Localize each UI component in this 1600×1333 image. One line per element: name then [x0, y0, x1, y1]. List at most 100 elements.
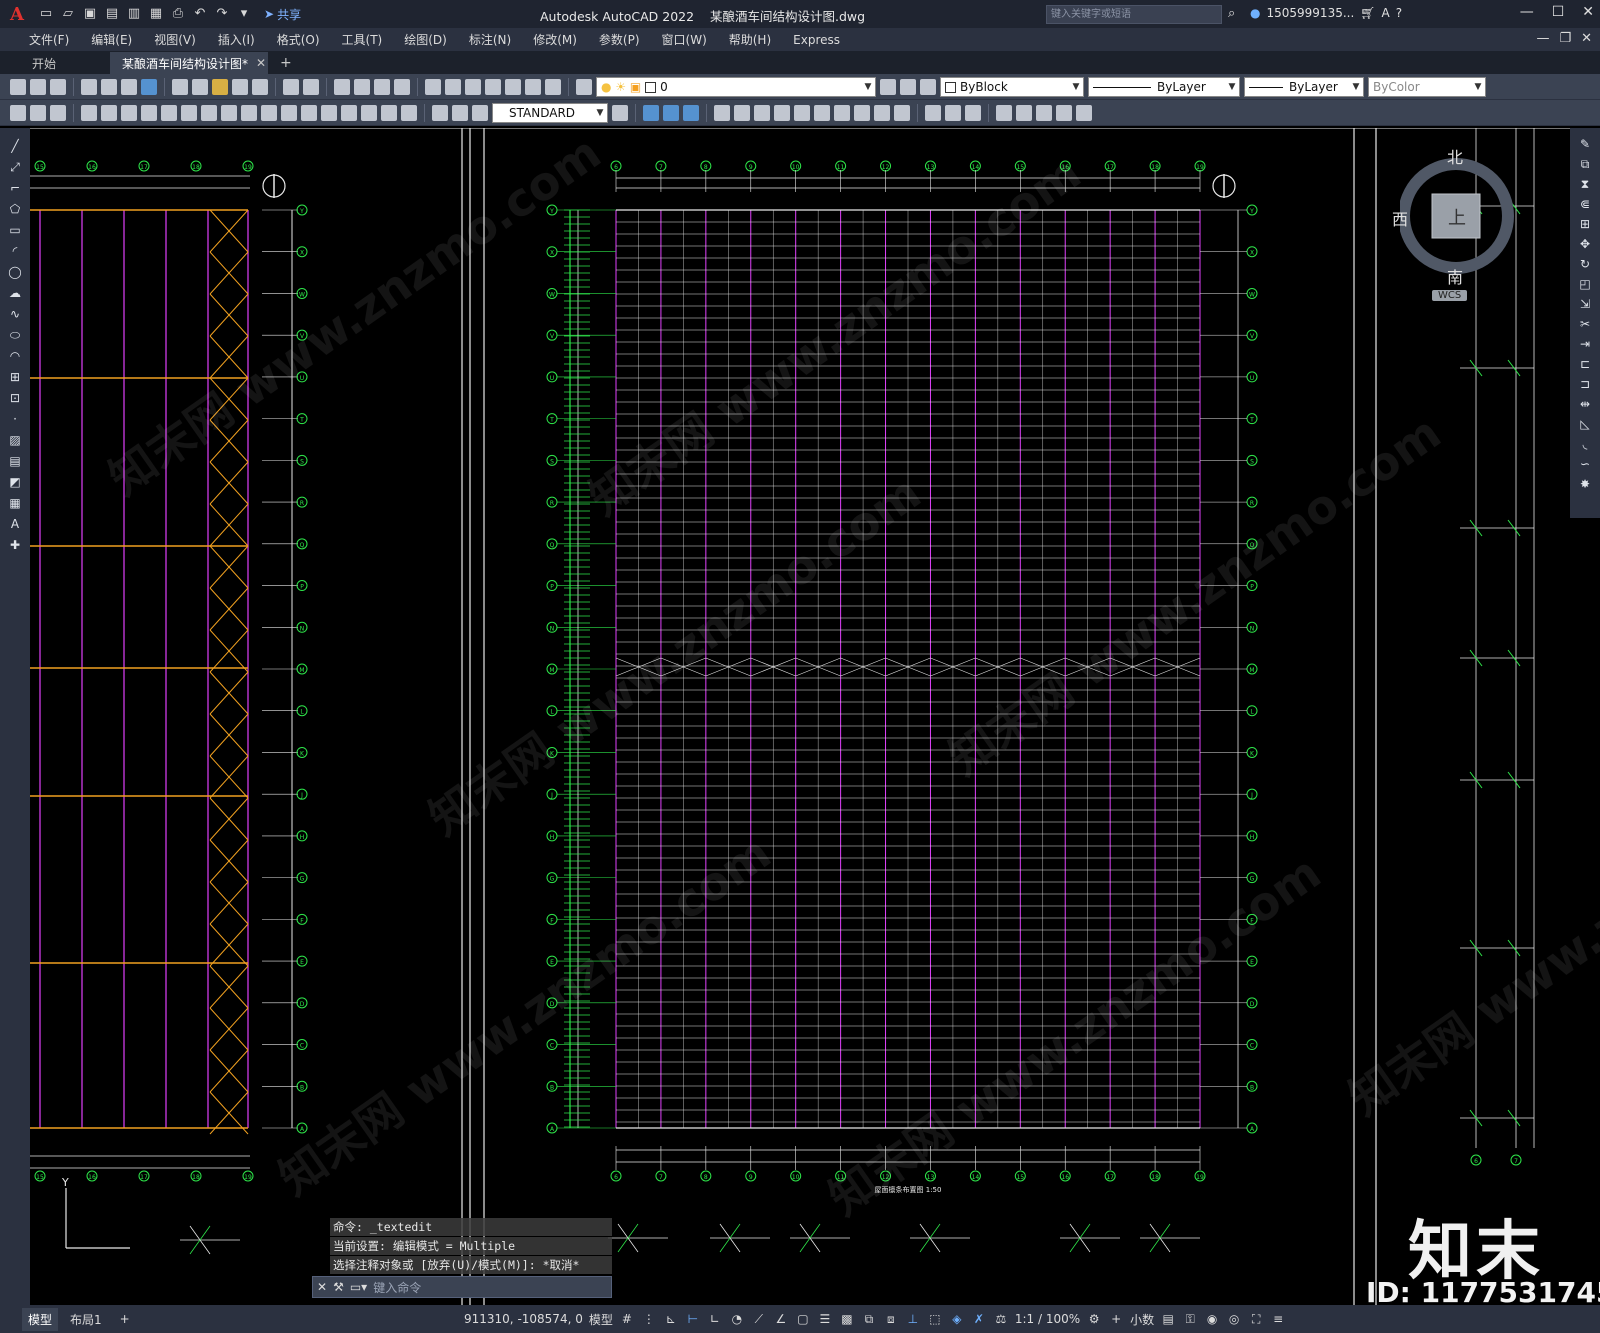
- annotation-monitor-icon[interactable]: +: [1108, 1311, 1124, 1327]
- baseline-dimension-icon[interactable]: [261, 104, 277, 121]
- viewcube[interactable]: 北 南 西 上 WCS: [1392, 140, 1530, 310]
- stretch-icon[interactable]: [754, 104, 770, 121]
- mirror-icon[interactable]: [794, 104, 810, 121]
- menu-modify[interactable]: 修改(M): [522, 31, 588, 48]
- zoom-previous-icon[interactable]: [394, 78, 410, 95]
- dimension-edit-icon[interactable]: [432, 104, 448, 121]
- maximize-icon[interactable]: ☐: [1552, 4, 1565, 20]
- gizmo-icon[interactable]: ◈: [949, 1311, 965, 1327]
- wrench-icon[interactable]: ⚒: [333, 1280, 344, 1294]
- undo-icon[interactable]: ↶: [192, 6, 208, 22]
- tool-palettes-icon[interactable]: [465, 78, 481, 95]
- rotate-icon[interactable]: ↻: [1577, 256, 1593, 272]
- explode-icon[interactable]: ✸: [1577, 476, 1593, 492]
- lock-ui-icon[interactable]: ⚿: [1182, 1311, 1198, 1327]
- save-icon[interactable]: [50, 78, 66, 95]
- compass-west[interactable]: 西: [1392, 206, 1408, 230]
- clean-screen-icon[interactable]: ⛶: [1248, 1311, 1264, 1327]
- union-icon[interactable]: [663, 104, 679, 121]
- mirror-icon[interactable]: ⧗: [1577, 176, 1593, 192]
- erase-icon[interactable]: ✎: [1577, 136, 1593, 152]
- quick-dimension-icon[interactable]: [241, 104, 257, 121]
- redo-icon[interactable]: [303, 78, 319, 95]
- gradient-icon[interactable]: ▤: [7, 453, 23, 469]
- join-icon[interactable]: ⇹: [1577, 396, 1593, 412]
- linear-dimension-icon[interactable]: [81, 104, 97, 121]
- polar-tracking-icon[interactable]: ◔: [729, 1311, 745, 1327]
- offset-icon[interactable]: ⋐: [1577, 196, 1593, 212]
- construction-line-icon[interactable]: ⤢: [7, 159, 23, 175]
- coordinates-readout[interactable]: 911310, -108574, 0: [464, 1312, 583, 1326]
- doc-restore-icon[interactable]: ❐: [1559, 31, 1571, 46]
- hardware-acceleration-icon[interactable]: ◎: [1226, 1311, 1242, 1327]
- open-icon[interactable]: [30, 78, 46, 95]
- calculator-icon[interactable]: [525, 78, 541, 95]
- doc-close-icon[interactable]: ✕: [1581, 31, 1592, 46]
- multiline-text-icon[interactable]: A: [7, 516, 23, 532]
- menu-file[interactable]: 文件(F): [18, 31, 80, 48]
- quick-properties-icon[interactable]: ▤: [1160, 1311, 1176, 1327]
- help-search-input[interactable]: 键入关键字或短语: [1046, 5, 1222, 24]
- ordinate-dimension-icon[interactable]: [141, 104, 157, 121]
- undo-icon[interactable]: [283, 78, 299, 95]
- layer-previous-icon[interactable]: [900, 78, 916, 95]
- properties-icon[interactable]: [425, 78, 441, 95]
- save-as-icon[interactable]: ▤: [104, 6, 120, 22]
- menu-edit[interactable]: 编辑(E): [80, 31, 143, 48]
- zoom-window-icon[interactable]: [374, 78, 390, 95]
- table-icon[interactable]: ▦: [7, 495, 23, 511]
- web-open-icon[interactable]: ▦: [148, 6, 164, 22]
- layer-properties-icon[interactable]: [576, 78, 592, 95]
- publish-icon[interactable]: [121, 78, 137, 95]
- model-space-button[interactable]: 模型: [589, 1311, 613, 1328]
- markup-icon[interactable]: [505, 78, 521, 95]
- move-icon[interactable]: [714, 104, 730, 121]
- layer-states-icon[interactable]: [920, 78, 936, 95]
- ellipse-arc-icon[interactable]: ◠: [7, 348, 23, 364]
- break-at-point-icon[interactable]: ⊏: [1577, 356, 1593, 372]
- wcs-menu[interactable]: WCS: [1432, 290, 1468, 301]
- doc-minimize-icon[interactable]: —: [1536, 31, 1549, 46]
- dynamic-ucs-icon[interactable]: ⊥: [905, 1311, 921, 1327]
- user-account[interactable]: ● 1505999135... 🛒︎ A ?: [1250, 6, 1402, 20]
- object-snap-tracking-icon[interactable]: ∠: [773, 1311, 789, 1327]
- scale-icon[interactable]: ◰: [1577, 276, 1593, 292]
- fillet-icon[interactable]: [874, 104, 890, 121]
- new-tab-button[interactable]: +: [268, 52, 304, 74]
- move-icon[interactable]: ✥: [1577, 236, 1593, 252]
- menu-help[interactable]: 帮助(H): [718, 31, 782, 48]
- new-icon[interactable]: ▭: [38, 6, 54, 22]
- array-icon[interactable]: ⊞: [1577, 216, 1593, 232]
- line-icon[interactable]: ╱: [7, 138, 23, 154]
- menu-tools[interactable]: 工具(T): [331, 31, 394, 48]
- scale-icon[interactable]: [814, 104, 830, 121]
- blend-curves-icon[interactable]: ∽: [1577, 456, 1593, 472]
- autocad-logo-icon[interactable]: A: [0, 0, 34, 28]
- dimension-style-icon[interactable]: [612, 104, 628, 121]
- plot-icon[interactable]: ⎙: [170, 6, 186, 22]
- 3d-osnap-icon[interactable]: ⧈: [883, 1311, 899, 1327]
- view-iso-icon[interactable]: [965, 104, 981, 121]
- view-top-icon[interactable]: [945, 104, 961, 121]
- customize-icon[interactable]: ≡: [1270, 1311, 1286, 1327]
- copy-object-icon[interactable]: [734, 104, 750, 121]
- menu-parametric[interactable]: 参数(P): [588, 31, 651, 48]
- menu-draw[interactable]: 绘图(D): [393, 31, 458, 48]
- command-input[interactable]: ✕ ⚒ ▭▾ 键入命令: [312, 1276, 612, 1298]
- copy-icon[interactable]: [192, 78, 208, 95]
- text-style-dropdown[interactable]: STANDARD ▼: [492, 102, 608, 123]
- arc-icon[interactable]: ◜: [7, 243, 23, 259]
- color-dropdown[interactable]: ByBlock ▼: [940, 76, 1084, 97]
- extend-icon[interactable]: ⇥: [1577, 336, 1593, 352]
- menu-window[interactable]: 窗口(W): [651, 31, 718, 48]
- ucs-object-icon[interactable]: [1056, 104, 1072, 121]
- zoom-realtime-icon[interactable]: [354, 78, 370, 95]
- match-properties-icon[interactable]: [232, 78, 248, 95]
- menu-dimension[interactable]: 标注(N): [458, 31, 522, 48]
- circle-icon[interactable]: ◯: [7, 264, 23, 280]
- compass-north[interactable]: 北: [1447, 144, 1463, 168]
- menu-insert[interactable]: 插入(I): [207, 31, 266, 48]
- dimension-text-edit-icon[interactable]: [452, 104, 468, 121]
- point-icon[interactable]: ·: [7, 411, 23, 427]
- pan-icon[interactable]: [334, 78, 350, 95]
